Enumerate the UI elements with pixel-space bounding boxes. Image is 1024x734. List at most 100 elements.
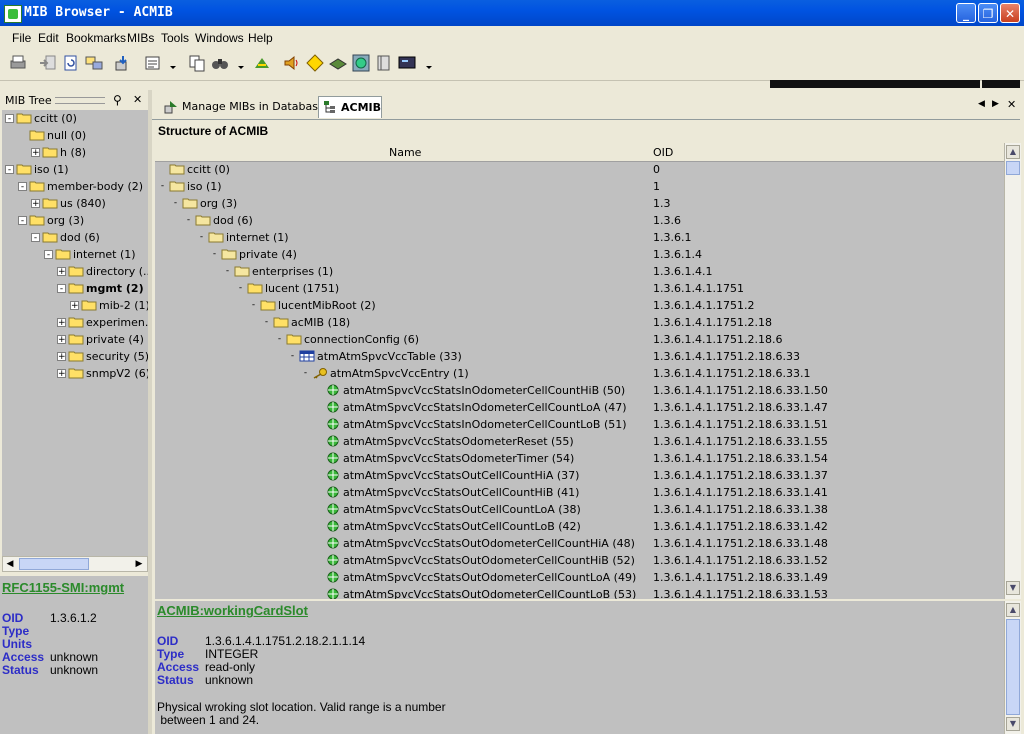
splitter[interactable] <box>148 90 152 734</box>
scroll-down-icon[interactable]: ▼ <box>1006 717 1020 731</box>
column-oid[interactable]: OID <box>653 146 673 159</box>
scroll-left-icon[interactable]: ◀ <box>4 558 16 570</box>
collapse-icon[interactable]: - <box>301 369 310 378</box>
device-icon[interactable] <box>328 53 348 73</box>
collapse-icon[interactable]: - <box>57 284 66 294</box>
menu-bookmarks[interactable]: Bookmarks <box>66 31 126 45</box>
grip[interactable] <box>55 97 105 104</box>
table-row[interactable]: atmAtmSpvcVccStatsOutCellCountHiB (41) 1.… <box>155 484 1004 501</box>
table-row[interactable]: atmAtmSpvcVccStatsInOdometerCellCountLoA… <box>155 399 1004 416</box>
collapse-icon[interactable]: - <box>5 114 14 124</box>
column-name[interactable]: Name <box>389 146 421 159</box>
detail-vertical-scrollbar[interactable]: ▲ ▼ <box>1004 601 1021 734</box>
collapse-icon[interactable]: - <box>171 199 180 208</box>
import-icon[interactable] <box>38 53 58 73</box>
sound-icon[interactable] <box>282 53 302 73</box>
collapse-icon[interactable]: - <box>158 182 167 191</box>
collapse-icon[interactable]: - <box>18 182 27 192</box>
screen-icon[interactable] <box>397 53 417 73</box>
maximize-button[interactable]: ❐ <box>978 3 998 23</box>
collapse-icon[interactable]: - <box>288 352 297 361</box>
scroll-thumb[interactable] <box>1006 619 1020 715</box>
collapse-icon[interactable]: - <box>275 335 284 344</box>
table-row[interactable]: - atmAtmSpvcVccTable (33) 1.3.6.1.4.1.1751… <box>155 348 1004 365</box>
table-row[interactable]: atmAtmSpvcVccStatsOutOdometerCellCountLo… <box>155 569 1004 586</box>
table-row[interactable]: - internet (1) 1.3.6.1 <box>155 229 1004 246</box>
table-row[interactable]: atmAtmSpvcVccStatsOutCellCountLoA (38) 1.… <box>155 501 1004 518</box>
tag-icon[interactable] <box>305 53 325 73</box>
scroll-thumb[interactable] <box>19 558 89 570</box>
globe-icon[interactable] <box>351 53 371 73</box>
printer-icon[interactable] <box>8 53 28 73</box>
chevron-down-icon[interactable] <box>163 53 176 73</box>
walk-icon[interactable] <box>252 53 272 73</box>
find-dropdown-icon[interactable] <box>231 53 244 73</box>
table-row[interactable]: atmAtmSpvcVccStatsOutCellCountLoB (42) 1.… <box>155 518 1004 535</box>
book-icon[interactable] <box>374 53 394 73</box>
tab-close-icon[interactable]: ✕ <box>1007 98 1016 111</box>
expand-icon[interactable]: + <box>70 301 79 311</box>
transfer-icon[interactable] <box>84 53 104 73</box>
pin-icon[interactable]: ⚲ <box>113 93 122 107</box>
table-row[interactable]: atmAtmSpvcVccStatsOdometerReset (55) 1.3.… <box>155 433 1004 450</box>
expand-icon[interactable]: + <box>31 148 40 158</box>
scroll-down-icon[interactable]: ▼ <box>1006 581 1020 595</box>
tab-acmib[interactable]: ACMIB <box>318 96 382 118</box>
table-row[interactable]: - acMIB (18) 1.3.6.1.4.1.1751.2.18 <box>155 314 1004 331</box>
scroll-up-icon[interactable]: ▲ <box>1006 145 1020 159</box>
tree-horizontal-scrollbar[interactable]: ◀ ▶ <box>2 556 148 572</box>
refresh-icon[interactable] <box>61 53 81 73</box>
collapse-icon[interactable]: - <box>44 250 53 260</box>
properties-icon[interactable] <box>143 53 163 73</box>
menu-help[interactable]: Help <box>248 31 273 45</box>
detail-title-link[interactable]: RFC1155-SMI:mgmt <box>2 580 124 595</box>
collapse-icon[interactable]: - <box>249 301 258 310</box>
table-row[interactable]: atmAtmSpvcVccStatsOutOdometerCellCountHi… <box>155 552 1004 569</box>
minimize-button[interactable]: _ <box>956 3 976 23</box>
table-row[interactable]: - atmAtmSpvcVccEntry (1) 1.3.6.1.4.1.1751.… <box>155 365 1004 382</box>
menu-edit[interactable]: Edit <box>38 31 59 45</box>
expand-icon[interactable]: + <box>57 352 66 362</box>
scroll-up-icon[interactable]: ▲ <box>1006 603 1020 617</box>
table-row[interactable]: atmAtmSpvcVccStatsOutCellCountHiA (37) 1.… <box>155 467 1004 484</box>
table-row[interactable]: - private (4) 1.3.6.1.4 <box>155 246 1004 263</box>
load-mib-icon[interactable] <box>113 53 133 73</box>
find-icon[interactable] <box>210 53 230 73</box>
collapse-icon[interactable]: - <box>210 250 219 259</box>
table-row[interactable]: atmAtmSpvcVccStatsOdometerTimer (54) 1.3.… <box>155 450 1004 467</box>
menu-tools[interactable]: Tools <box>161 31 189 45</box>
table-row[interactable]: atmAtmSpvcVccStatsInOdometerCellCountLoB… <box>155 416 1004 433</box>
tab-next-icon[interactable]: ▶ <box>992 99 999 109</box>
table-row[interactable]: atmAtmSpvcVccStatsOutOdometerCellCountLo… <box>155 586 1004 599</box>
collapse-icon[interactable]: - <box>18 216 27 226</box>
screen-dropdown-icon[interactable] <box>419 53 432 73</box>
tab-prev-icon[interactable]: ◀ <box>978 99 985 109</box>
collapse-icon[interactable]: - <box>223 267 232 276</box>
table-row[interactable]: - org (3) 1.3 <box>155 195 1004 212</box>
menu-windows[interactable]: Windows <box>195 31 244 45</box>
table-row[interactable]: - iso (1) 1 <box>155 178 1004 195</box>
menu-file[interactable]: File <box>12 31 31 45</box>
collapse-icon[interactable]: - <box>197 233 206 242</box>
table-row[interactable]: - lucentMibRoot (2) 1.3.6.1.4.1.1751.2 <box>155 297 1004 314</box>
scroll-right-icon[interactable]: ▶ <box>133 558 145 570</box>
detail-title-link[interactable]: ACMIB:workingCardSlot <box>157 603 308 618</box>
expand-icon[interactable]: + <box>57 369 66 379</box>
expand-icon[interactable]: + <box>57 335 66 345</box>
collapse-icon[interactable]: - <box>262 318 271 327</box>
collapse-icon[interactable]: - <box>184 216 193 225</box>
table-row[interactable]: atmAtmSpvcVccStatsOutOdometerCellCountHi… <box>155 535 1004 552</box>
table-row[interactable]: - dod (6) 1.3.6 <box>155 212 1004 229</box>
table-row[interactable]: ccitt (0) 0 <box>155 161 1004 178</box>
scroll-thumb[interactable] <box>1006 161 1020 175</box>
table-row[interactable]: - lucent (1751) 1.3.6.1.4.1.1751 <box>155 280 1004 297</box>
expand-icon[interactable]: + <box>31 199 40 209</box>
collapse-icon[interactable]: - <box>5 165 14 175</box>
tab-manage-mibs[interactable]: Manage MIBs in Database <box>160 96 330 118</box>
expand-icon[interactable]: + <box>57 318 66 328</box>
menu-mibs[interactable]: MIBs <box>127 31 154 45</box>
table-row[interactable]: atmAtmSpvcVccStatsInOdometerCellCountHiB… <box>155 382 1004 399</box>
table-row[interactable]: - connectionConfig (6) 1.3.6.1.4.1.1751.2.… <box>155 331 1004 348</box>
table-vertical-scrollbar[interactable]: ▲ ▼ <box>1004 143 1021 599</box>
collapse-icon[interactable]: - <box>31 233 40 243</box>
